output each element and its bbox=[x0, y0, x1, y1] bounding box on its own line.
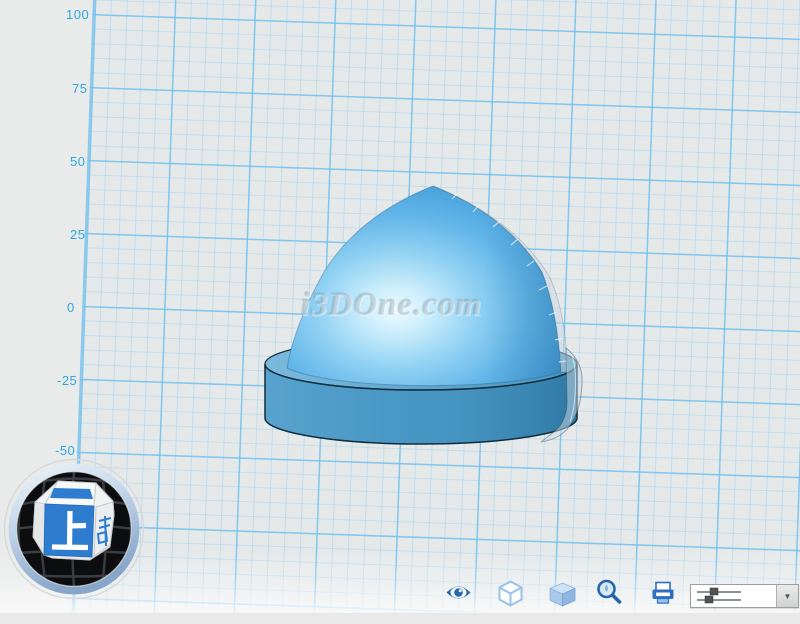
dropdown-arrow-icon: ▼ bbox=[784, 592, 792, 601]
eye-icon bbox=[445, 583, 472, 602]
ruler-label: 50 bbox=[70, 154, 85, 169]
wireframe-cube-icon bbox=[498, 580, 523, 607]
cube-front-face-top[interactable] bbox=[44, 504, 94, 557]
ruler-label: 25 bbox=[70, 227, 85, 242]
line-style-sliders-icon bbox=[691, 585, 776, 607]
ruler-label: -25 bbox=[57, 373, 77, 388]
ruler-label: 100 bbox=[66, 7, 89, 22]
print-button[interactable] bbox=[651, 581, 675, 610]
solid-display-button[interactable] bbox=[549, 582, 576, 612]
cube-top-face-sticker bbox=[50, 488, 93, 499]
wireframe-display-button[interactable] bbox=[498, 580, 523, 612]
magnifier-icon bbox=[596, 579, 624, 606]
dome-right-shading bbox=[287, 186, 561, 386]
ruler-label: 75 bbox=[72, 81, 87, 96]
vertical-ruler: 100 75 50 25 0 -25 -50 bbox=[0, 0, 96, 520]
toggle-visibility-button[interactable] bbox=[445, 583, 472, 607]
modeling-viewport[interactable]: 100 75 50 25 0 -25 -50 bbox=[0, 0, 800, 624]
dropdown-arrow-button[interactable]: ▼ bbox=[776, 585, 798, 607]
zoom-region-button[interactable] bbox=[596, 579, 624, 611]
solid-cube-icon bbox=[549, 582, 576, 607]
ruler-label: 0 bbox=[67, 300, 75, 315]
viewcube-widget[interactable] bbox=[2, 457, 146, 601]
line-style-dropdown[interactable]: ▼ bbox=[690, 584, 799, 608]
bottom-bar bbox=[0, 612, 800, 624]
printer-icon bbox=[651, 581, 675, 605]
ruler-label: -50 bbox=[55, 443, 75, 458]
viewcube-cube[interactable] bbox=[33, 481, 114, 560]
